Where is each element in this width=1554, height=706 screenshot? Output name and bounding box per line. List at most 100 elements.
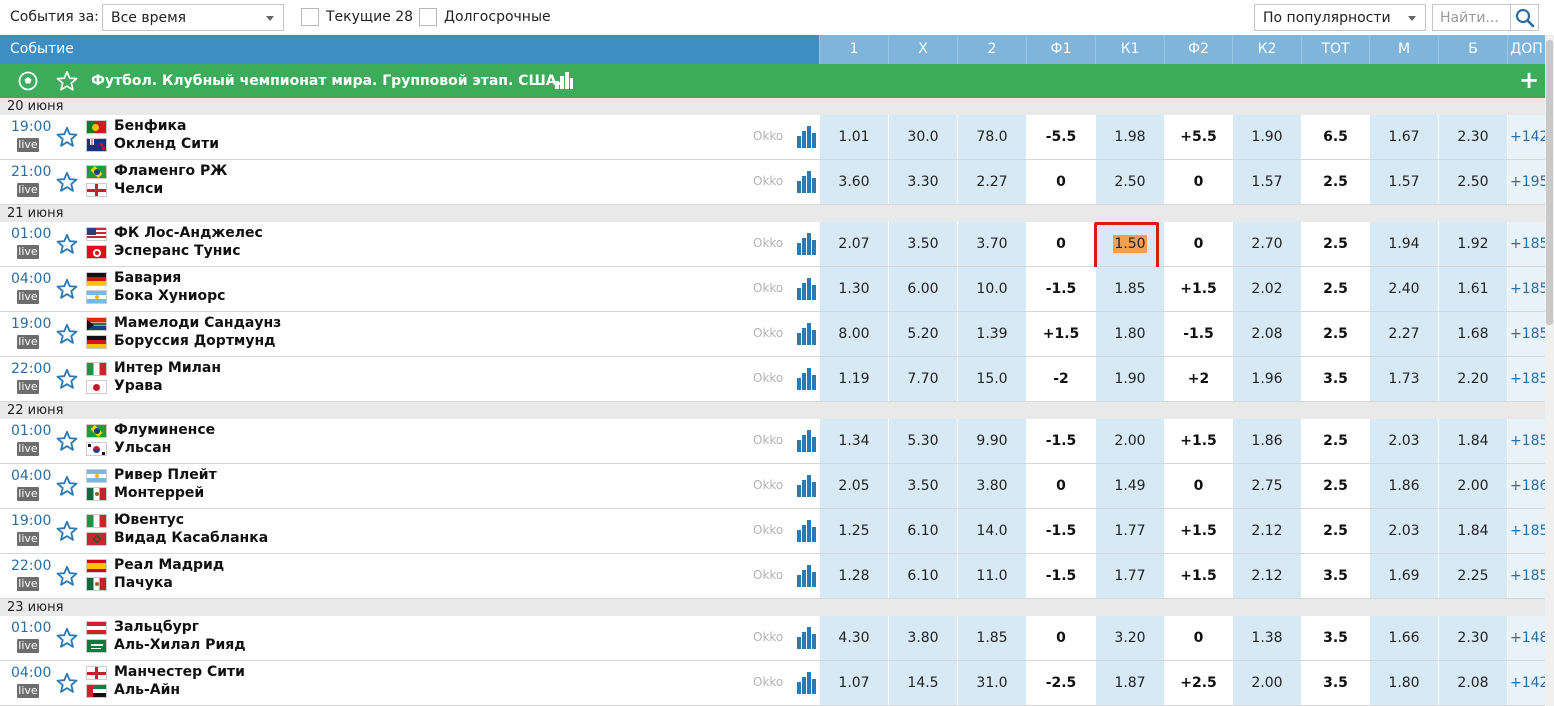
odds-cell-f1[interactable]: 0	[1026, 160, 1095, 204]
event-row[interactable]: 19:00 live Мамелоди Сандаунз Боруссия Дортм…	[0, 312, 1554, 357]
odds-cell-f2[interactable]: 0	[1164, 222, 1232, 266]
odds-cell-x[interactable]: 3.50	[888, 464, 957, 508]
odds-cell-tot[interactable]: 2.5	[1301, 509, 1369, 553]
away-team-name[interactable]: Эсперанс Тунис	[114, 243, 241, 259]
stats-chart-icon[interactable]	[555, 72, 573, 89]
odds-cell-x[interactable]: 7.70	[888, 357, 957, 401]
search-input[interactable]: Найти...	[1432, 4, 1511, 31]
odds-cell-dop[interactable]: +185	[1507, 419, 1548, 463]
odds-cell-1[interactable]: 1.30	[819, 267, 888, 311]
odds-cell-m[interactable]: 1.73	[1369, 357, 1438, 401]
stats-chart-icon[interactable]	[797, 233, 817, 255]
odds-cell-1[interactable]: 8.00	[819, 312, 888, 356]
odds-cell-k2[interactable]: 1.96	[1232, 357, 1301, 401]
stats-chart-icon[interactable]	[797, 278, 817, 300]
away-team-name[interactable]: Урава	[114, 378, 163, 394]
odds-cell-m[interactable]: 1.69	[1369, 554, 1438, 598]
away-team-name[interactable]: Челси	[114, 181, 163, 197]
favorite-star-icon[interactable]	[56, 323, 78, 345]
home-team-name[interactable]: Ривер Плейт	[114, 467, 217, 483]
odds-cell-dop[interactable]: +185	[1507, 554, 1548, 598]
favorite-star-icon[interactable]	[56, 475, 78, 497]
home-team-name[interactable]: Бавария	[114, 270, 181, 286]
odds-cell-dop[interactable]: +185	[1507, 312, 1548, 356]
odds-cell-b[interactable]: 1.68	[1438, 312, 1507, 356]
event-row[interactable]: 04:00 live Манчестер Сити Аль-Айн Okko 1.07 14…	[0, 661, 1554, 706]
odds-cell-b[interactable]: 2.08	[1438, 661, 1507, 705]
odds-cell-f2[interactable]: +1.5	[1164, 267, 1232, 311]
favorite-star-icon[interactable]	[56, 233, 78, 255]
away-team-name[interactable]: Монтеррей	[114, 485, 204, 501]
favorite-star-icon[interactable]	[56, 278, 78, 300]
odds-cell-b[interactable]: 2.50	[1438, 160, 1507, 204]
odds-cell-2[interactable]: 2.27	[957, 160, 1026, 204]
odds-cell-1[interactable]: 1.19	[819, 357, 888, 401]
home-team-name[interactable]: Флуминенсе	[114, 422, 215, 438]
favorite-star-icon[interactable]	[56, 672, 78, 694]
odds-cell-f1[interactable]: -5.5	[1026, 115, 1095, 159]
odds-cell-x[interactable]: 6.10	[888, 509, 957, 553]
odds-cell-2[interactable]: 3.80	[957, 464, 1026, 508]
longterm-events-checkbox[interactable]: Долгосрочные	[419, 7, 551, 27]
odds-cell-b[interactable]: 2.25	[1438, 554, 1507, 598]
odds-cell-f1[interactable]: 0	[1026, 464, 1095, 508]
odds-cell-1[interactable]: 2.05	[819, 464, 888, 508]
odds-cell-x[interactable]: 6.00	[888, 267, 957, 311]
odds-cell-k1[interactable]: 1.85	[1095, 267, 1164, 311]
odds-cell-tot[interactable]: 3.5	[1301, 661, 1369, 705]
odds-cell-b[interactable]: 1.92	[1438, 222, 1507, 266]
odds-cell-k1[interactable]: 1.87	[1095, 661, 1164, 705]
stats-chart-icon[interactable]	[797, 430, 817, 452]
odds-cell-tot[interactable]: 2.5	[1301, 312, 1369, 356]
odds-cell-f2[interactable]: +2.5	[1164, 661, 1232, 705]
event-row[interactable]: 04:00 live Ривер Плейт Монтеррей Okko 2.05 3.5…	[0, 464, 1554, 509]
event-row[interactable]: 01:00 live ФК Лос-Анджелес Эсперанс Тунис Ok…	[0, 222, 1554, 271]
stats-chart-icon[interactable]	[797, 565, 817, 587]
odds-cell-f2[interactable]: 0	[1164, 616, 1232, 660]
odds-cell-dop[interactable]: +186	[1507, 464, 1548, 508]
odds-cell-1[interactable]: 2.07	[819, 222, 888, 266]
stats-chart-icon[interactable]	[797, 368, 817, 390]
odds-cell-1[interactable]: 1.25	[819, 509, 888, 553]
stats-chart-icon[interactable]	[797, 672, 817, 694]
odds-cell-2[interactable]: 15.0	[957, 357, 1026, 401]
odds-cell-f1[interactable]: -1.5	[1026, 554, 1095, 598]
odds-cell-b[interactable]: 2.00	[1438, 464, 1507, 508]
away-team-name[interactable]: Аль-Айн	[114, 682, 180, 698]
odds-cell-f1[interactable]: -1.5	[1026, 509, 1095, 553]
event-row[interactable]: 22:00 live Интер Милан Урава Okko 1.19 7.70 15.…	[0, 357, 1554, 402]
odds-cell-x[interactable]: 30.0	[888, 115, 957, 159]
home-team-name[interactable]: Манчестер Сити	[114, 664, 245, 680]
odds-cell-x[interactable]: 14.5	[888, 661, 957, 705]
stats-chart-icon[interactable]	[797, 520, 817, 542]
odds-cell-k1[interactable]: 1.77	[1095, 554, 1164, 598]
event-row[interactable]: 01:00 live Флуминенсе Ульсан Okko 1.34 5.30 9.9…	[0, 419, 1554, 464]
odds-cell-k1[interactable]: 3.20	[1095, 616, 1164, 660]
odds-cell-x[interactable]: 5.20	[888, 312, 957, 356]
odds-cell-x[interactable]: 6.10	[888, 554, 957, 598]
odds-cell-2[interactable]: 11.0	[957, 554, 1026, 598]
odds-cell-k1[interactable]: 2.50	[1095, 160, 1164, 204]
home-team-name[interactable]: Реал Мадрид	[114, 557, 224, 573]
favorite-star-icon[interactable]	[56, 70, 78, 92]
event-row[interactable]: 04:00 live Бавария Бока Хуниорс Okko 1.30 6.00…	[0, 267, 1554, 312]
away-team-name[interactable]: Видад Касабланка	[114, 530, 268, 546]
odds-cell-k2[interactable]: 2.02	[1232, 267, 1301, 311]
favorite-star-icon[interactable]	[56, 126, 78, 148]
event-row[interactable]: 21:00 live Фламенго РЖ Челси Okko 3.60 3.30 2.2…	[0, 160, 1554, 205]
odds-cell-tot[interactable]: 2.5	[1301, 160, 1369, 204]
stats-chart-icon[interactable]	[797, 126, 817, 148]
odds-cell-f2[interactable]: +1.5	[1164, 419, 1232, 463]
odds-cell-m[interactable]: 1.66	[1369, 616, 1438, 660]
stats-chart-icon[interactable]	[797, 475, 817, 497]
odds-cell-2[interactable]: 1.85	[957, 616, 1026, 660]
odds-cell-m[interactable]: 1.67	[1369, 115, 1438, 159]
home-team-name[interactable]: Зальцбург	[114, 619, 199, 635]
stats-chart-icon[interactable]	[797, 627, 817, 649]
favorite-star-icon[interactable]	[56, 368, 78, 390]
home-team-name[interactable]: ФК Лос-Анджелес	[114, 225, 263, 241]
odds-cell-1[interactable]: 1.28	[819, 554, 888, 598]
odds-cell-f2[interactable]: +5.5	[1164, 115, 1232, 159]
odds-cell-f1[interactable]: -1.5	[1026, 267, 1095, 311]
odds-cell-k1[interactable]: 1.77	[1095, 509, 1164, 553]
